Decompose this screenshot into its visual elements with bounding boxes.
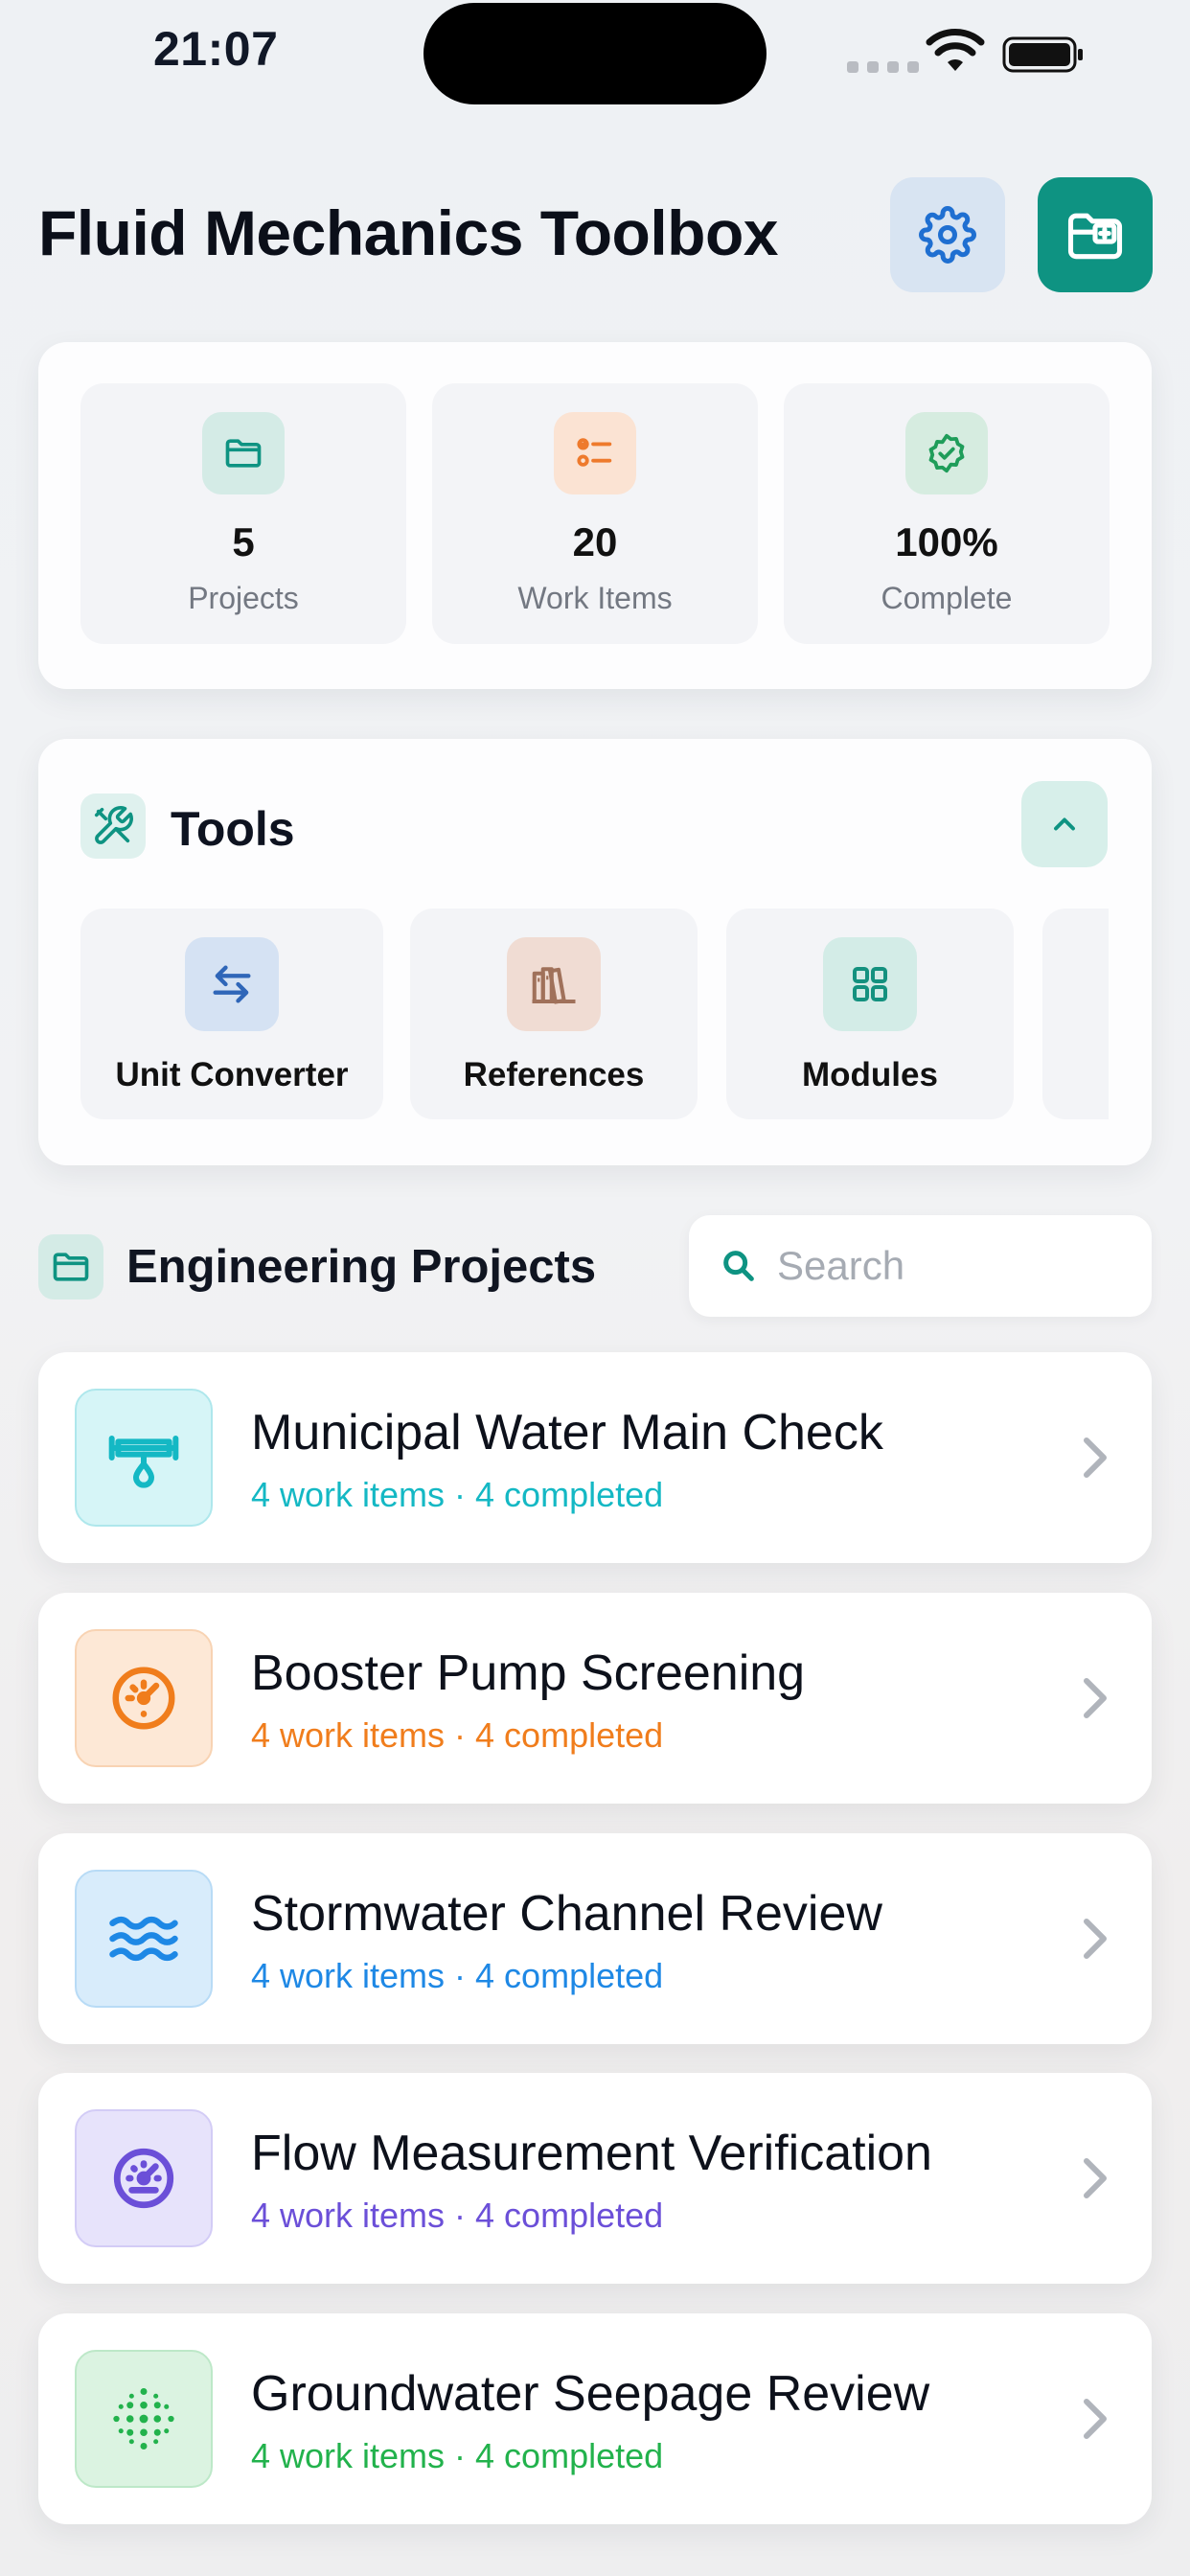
tool-label: Modules [802, 1056, 938, 1093]
search-icon [723, 1251, 754, 1281]
add-project-button[interactable] [1038, 177, 1153, 292]
dynamic-island [423, 3, 767, 104]
project-row-groundwater-seepage-review[interactable]: Groundwater Seepage Review 4 work items … [38, 2313, 1152, 2524]
stat-value: 20 [572, 519, 618, 564]
search-placeholder: Search [777, 1243, 905, 1288]
project-name: Stormwater Channel Review [251, 1886, 882, 1942]
tools-title: Tools [171, 802, 295, 856]
checklist-icon [554, 412, 636, 494]
chevron-right-icon [1084, 2399, 1107, 2439]
project-name: Municipal Water Main Check [251, 1405, 883, 1460]
waves-icon [75, 1870, 213, 2008]
project-name: Groundwater Seepage Review [251, 2366, 930, 2422]
tool-references[interactable]: References [410, 908, 698, 1119]
project-row-flow-measurement-verification[interactable]: Flow Measurement Verification 4 work ite… [38, 2073, 1152, 2284]
project-subtitle: 4 work items · 4 completed [251, 2196, 664, 2235]
project-name: Flow Measurement Verification [251, 2126, 932, 2181]
stat-label: Projects [188, 581, 299, 615]
books-icon [507, 937, 601, 1031]
folder-icon [202, 412, 285, 494]
tool-more[interactable] [1042, 908, 1109, 1119]
battery-icon [1002, 36, 1083, 73]
gear-icon [919, 206, 976, 264]
chevron-up-icon [1054, 817, 1075, 831]
meter-icon [75, 2109, 213, 2247]
folder-plus-icon [1067, 213, 1123, 260]
gauge-icon [75, 1629, 213, 1767]
tool-label: Unit Converter [115, 1056, 349, 1093]
page-title: Fluid Mechanics Toolbox [38, 197, 779, 268]
arrows-swap-icon [185, 937, 279, 1031]
project-row-booster-pump-screening[interactable]: Booster Pump Screening 4 work items · 4 … [38, 1593, 1152, 1804]
project-subtitle: 4 work items · 4 completed [251, 1956, 664, 1995]
cellular-signal-icon [847, 61, 919, 73]
status-time: 21:07 [153, 22, 279, 76]
folder-icon [38, 1234, 103, 1300]
project-row-municipal-water-main-check[interactable]: Municipal Water Main Check 4 work items … [38, 1352, 1152, 1563]
projects-section-title: Engineering Projects [126, 1241, 597, 1293]
wifi-icon [926, 29, 985, 71]
settings-button[interactable] [890, 177, 1005, 292]
project-name: Booster Pump Screening [251, 1645, 806, 1701]
project-row-stormwater-channel-review[interactable]: Stormwater Channel Review 4 work items ·… [38, 1833, 1152, 2044]
search-input[interactable]: Search [689, 1215, 1152, 1317]
stat-projects: 5 Projects [80, 383, 406, 644]
chevron-right-icon [1084, 1919, 1107, 1959]
pipe-drop-icon [75, 1389, 213, 1527]
dots-icon [75, 2350, 213, 2488]
stat-label: Complete [881, 581, 1013, 615]
grid-icon [823, 937, 917, 1031]
chevron-right-icon [1084, 1678, 1107, 1718]
tool-unit-converter[interactable]: Unit Converter [80, 908, 383, 1119]
chevron-right-icon [1084, 1438, 1107, 1478]
stat-value: 100% [895, 519, 998, 564]
project-subtitle: 4 work items · 4 completed [251, 1475, 664, 1514]
project-subtitle: 4 work items · 4 completed [251, 2436, 664, 2475]
stat-label: Work Items [517, 581, 673, 615]
tool-modules[interactable]: Modules [726, 908, 1014, 1119]
stat-work-items: 20 Work Items [432, 383, 758, 644]
wrench-screwdriver-icon [80, 794, 146, 859]
stat-complete: 100% Complete [784, 383, 1110, 644]
verified-badge-icon [905, 412, 988, 494]
chevron-right-icon [1084, 2158, 1107, 2198]
tools-scroller[interactable]: Unit Converter References Modules [80, 908, 1109, 1121]
stat-value: 5 [232, 519, 255, 564]
project-subtitle: 4 work items · 4 completed [251, 1715, 664, 1755]
tool-label: References [463, 1056, 645, 1093]
collapse-tools-button[interactable] [1021, 781, 1108, 867]
